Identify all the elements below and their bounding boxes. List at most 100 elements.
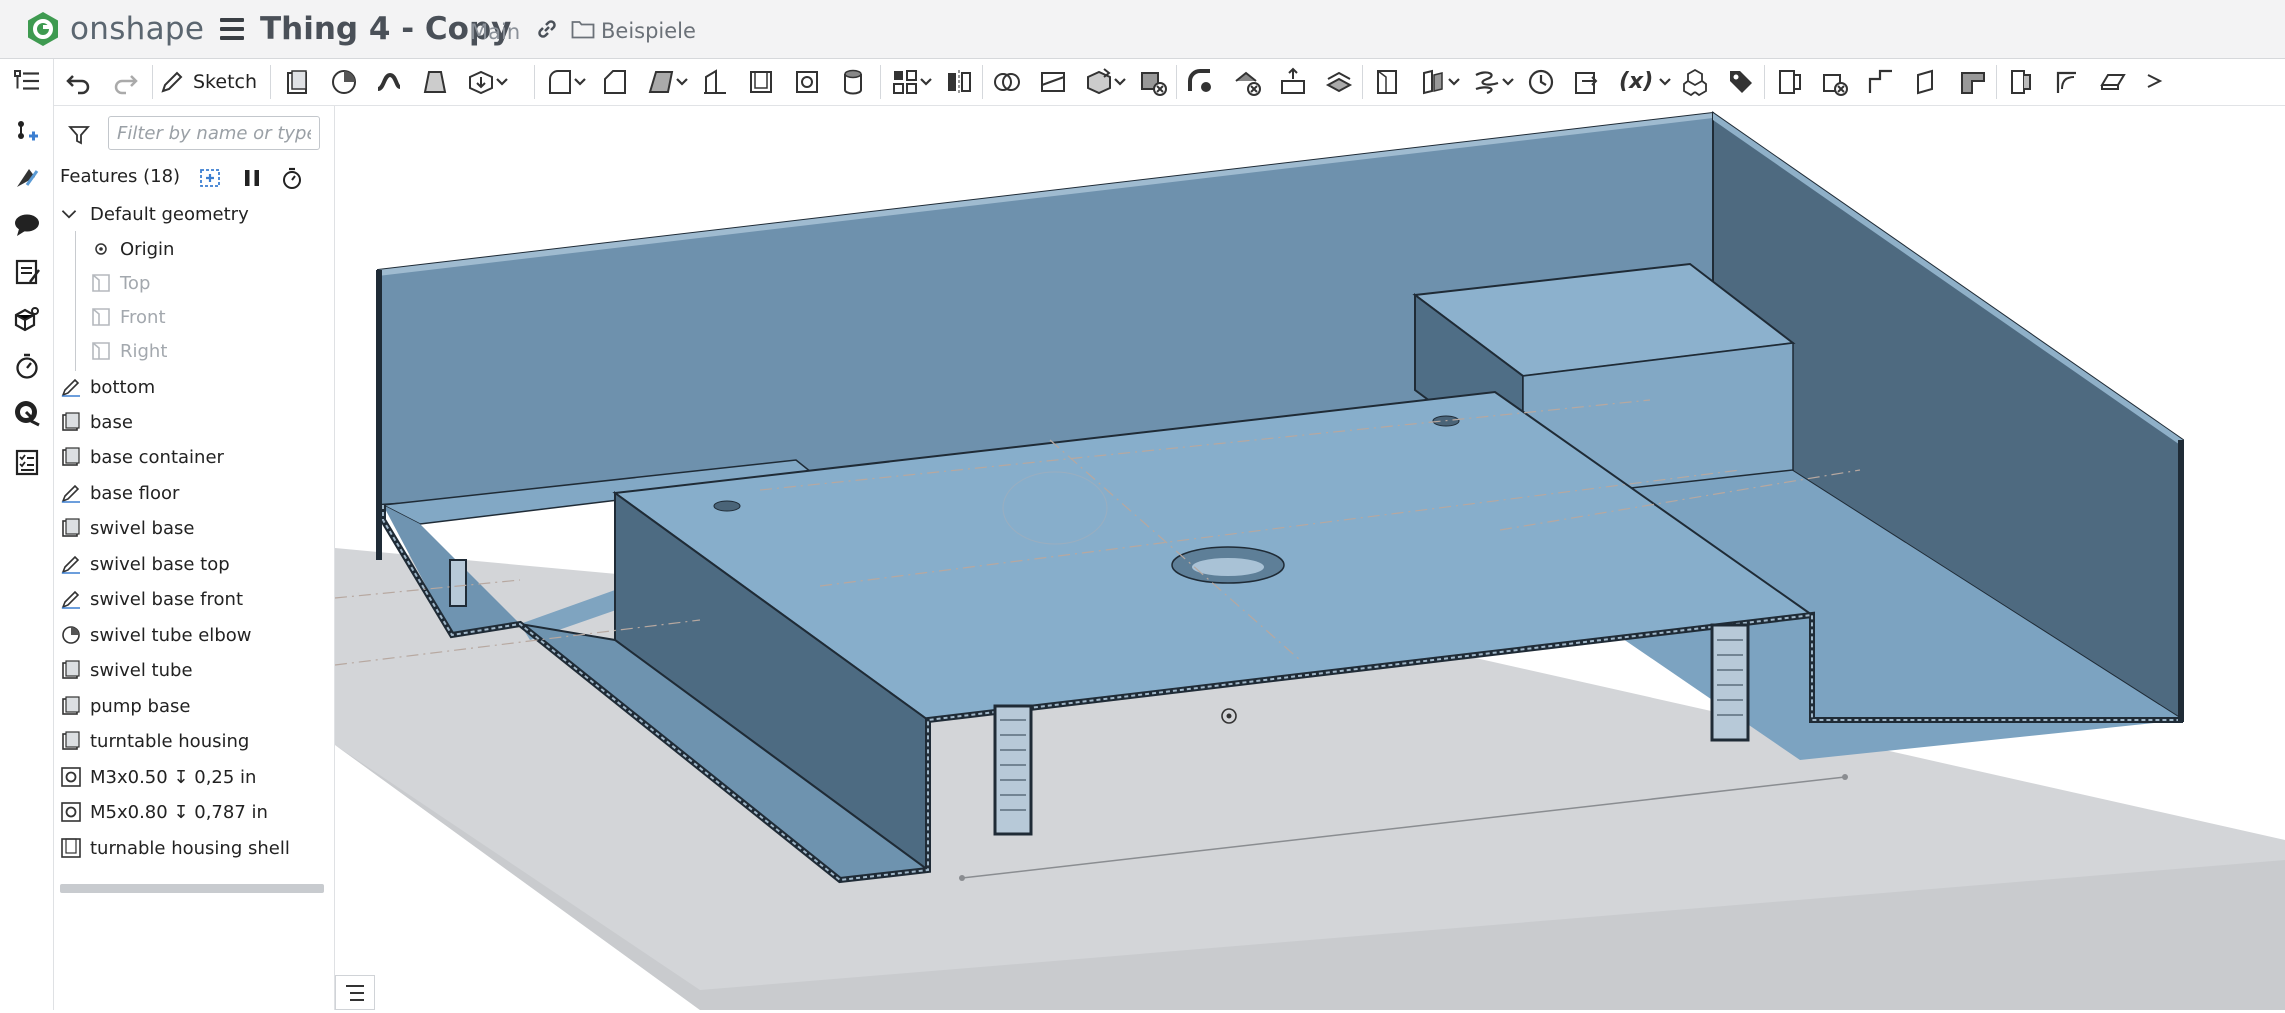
feature-item[interactable]: bottom	[60, 370, 340, 404]
bill-of-materials-icon[interactable]	[13, 448, 41, 476]
link-icon[interactable]	[536, 18, 558, 40]
appearance-icon[interactable]	[13, 163, 41, 191]
tag-icon[interactable]	[1726, 67, 1756, 97]
origin-item[interactable]: Origin	[90, 232, 330, 266]
cylinder-icon[interactable]	[838, 67, 868, 97]
sketch-icon	[61, 555, 80, 574]
pause-icon[interactable]	[240, 166, 264, 190]
front-plane-item[interactable]: Front	[90, 300, 330, 334]
folder-label[interactable]: Beispiele	[601, 19, 696, 43]
mirror-icon[interactable]	[944, 67, 974, 97]
plane-icon[interactable]	[1372, 67, 1402, 97]
boolean-icon[interactable]	[992, 67, 1022, 97]
derived-icon[interactable]	[1572, 67, 1602, 97]
default-geometry-label: Default geometry	[90, 203, 249, 225]
graphics-viewport[interactable]	[335, 106, 2285, 1010]
chevron-down-icon[interactable]	[494, 67, 510, 97]
right-wall-edge	[2178, 440, 2184, 722]
feature-list-icon[interactable]	[13, 67, 41, 95]
revolve-icon[interactable]	[329, 67, 359, 97]
corner-icon[interactable]	[2052, 67, 2082, 97]
mate-connector-tool-icon[interactable]	[1418, 67, 1448, 97]
flat-view-icon[interactable]	[2098, 67, 2128, 97]
feature-item[interactable]: swivel tube elbow	[60, 618, 340, 652]
mate-connector-icon[interactable]	[13, 116, 41, 144]
onshape-logo[interactable]: onshape	[24, 10, 204, 48]
variable-icon[interactable]: (x)	[1619, 69, 1653, 94]
default-geometry-group[interactable]: Default geometry	[60, 197, 340, 231]
configurations-icon[interactable]	[13, 305, 41, 333]
feature-item[interactable]: M3x0.50 ↧ 0,25 in	[60, 760, 340, 794]
folder-icon[interactable]	[571, 19, 595, 39]
redo-icon[interactable]	[110, 67, 140, 97]
feature-item[interactable]: turnable housing shell	[60, 831, 340, 865]
helix-icon[interactable]	[1472, 67, 1502, 97]
delete-face-icon[interactable]	[1232, 67, 1262, 97]
form-icon[interactable]	[2006, 67, 2036, 97]
right-plane-item[interactable]: Right	[90, 334, 330, 368]
loft-icon[interactable]	[420, 67, 450, 97]
split-icon[interactable]	[1038, 67, 1068, 97]
feature-item[interactable]: swivel tube	[60, 653, 340, 687]
feature-item[interactable]: pump base	[60, 689, 340, 723]
timer-icon[interactable]	[13, 352, 41, 380]
top-plane-item[interactable]: Top	[90, 266, 330, 300]
model-view[interactable]	[335, 106, 2285, 1010]
feature-item[interactable]: base	[60, 405, 340, 439]
replace-face-icon[interactable]	[1324, 67, 1354, 97]
origin-label: Origin	[120, 238, 175, 260]
delete-part-icon[interactable]	[1138, 67, 1168, 97]
measure-icon[interactable]	[13, 399, 41, 427]
bend-icon[interactable]	[1958, 67, 1988, 97]
add-folder-icon[interactable]	[198, 166, 222, 190]
toolbar-overflow-icon[interactable]	[2144, 67, 2174, 97]
rib-icon[interactable]	[700, 67, 730, 97]
chevron-down-icon[interactable]	[1657, 67, 1673, 97]
feature-item[interactable]: M5x0.80 ↧ 0,787 in	[60, 795, 340, 829]
filter-icon[interactable]	[68, 124, 90, 146]
panel-horizontal-scrollbar[interactable]	[60, 884, 324, 893]
feature-item[interactable]: base container	[60, 440, 340, 474]
comments-icon[interactable]	[13, 211, 41, 239]
feature-item[interactable]: base floor	[60, 476, 340, 510]
chevron-down-icon[interactable]	[918, 67, 934, 97]
undo-icon[interactable]	[64, 67, 94, 97]
composite-part-icon[interactable]	[1680, 67, 1710, 97]
thicken-icon[interactable]	[466, 67, 496, 97]
draft-icon[interactable]	[646, 67, 676, 97]
branch-label[interactable]: Main	[470, 20, 520, 44]
sweep-icon[interactable]	[374, 67, 404, 97]
notes-icon[interactable]	[13, 258, 41, 286]
tab-tool-icon[interactable]	[1912, 67, 1942, 97]
sketch-button[interactable]: Sketch	[159, 67, 257, 97]
chevron-down-icon[interactable]	[1446, 67, 1462, 97]
feature-item[interactable]: swivel base	[60, 511, 340, 545]
chevron-down-icon[interactable]	[1112, 67, 1128, 97]
chevron-down-icon[interactable]	[572, 67, 588, 97]
move-face-icon[interactable]	[1278, 67, 1308, 97]
chevron-down-icon[interactable]	[1500, 67, 1516, 97]
chevron-down-icon[interactable]	[60, 203, 78, 225]
transform-icon[interactable]	[1084, 67, 1114, 97]
extrude-icon	[62, 518, 80, 537]
chamfer-icon[interactable]	[599, 67, 629, 97]
stopwatch-icon[interactable]	[280, 166, 304, 190]
hole-icon[interactable]	[792, 67, 822, 97]
feature-item[interactable]: swivel base top	[60, 547, 340, 581]
feature-item[interactable]: turntable housing	[60, 724, 340, 758]
sheet-metal-end-icon[interactable]	[1820, 67, 1850, 97]
pattern-icon[interactable]	[890, 67, 920, 97]
extrude-icon[interactable]	[282, 67, 312, 97]
feature-item[interactable]: swivel base front	[60, 582, 340, 616]
menu-icon[interactable]	[220, 18, 244, 40]
feature-filter-input[interactable]	[108, 116, 320, 150]
flange-icon[interactable]	[1866, 67, 1896, 97]
shell-icon[interactable]	[746, 67, 776, 97]
chevron-down-icon[interactable]	[674, 67, 690, 97]
sheet-metal-icon[interactable]	[1774, 67, 1804, 97]
rollback-icon[interactable]	[1526, 67, 1556, 97]
fillet-icon[interactable]	[544, 67, 574, 97]
list-toggle-button[interactable]	[335, 975, 375, 1010]
screw-boss-left	[993, 704, 1033, 836]
modify-fillet-icon[interactable]	[1186, 67, 1216, 97]
